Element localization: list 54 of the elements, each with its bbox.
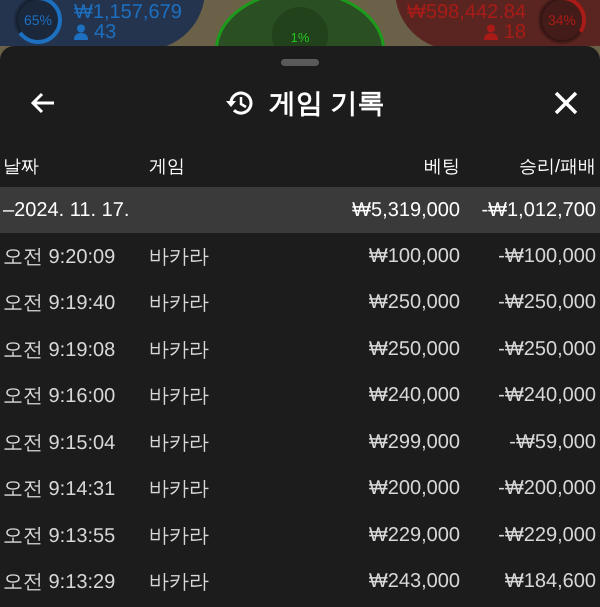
date-column-header: 날짜 — [3, 155, 40, 178]
game-cell-text: 바카라 — [149, 477, 210, 502]
result-cell-text: -₩240,000 — [497, 384, 596, 408]
game-cell-text: 바카라 — [149, 244, 210, 270]
result-cell-text: -₩59,000 — [508, 430, 596, 454]
tie-percent: 1% — [290, 30, 310, 45]
game-cell-text: 바카라 — [149, 430, 210, 456]
player-percent: 65% — [24, 12, 52, 28]
result-column-header: 승리/패배 — [518, 155, 596, 178]
game-cell-text: 바카라 — [149, 291, 210, 316]
game-cell-text: 바카라 — [149, 570, 210, 596]
game-cell-text: 바카라 — [149, 524, 210, 549]
banker-count: 18 — [504, 22, 526, 42]
time-cell-text: 오전 9:19:08 — [3, 338, 116, 363]
close-icon — [554, 91, 578, 115]
player-amount: ₩1,157,679 — [74, 2, 182, 22]
result-cell-text: ₩184,600 — [504, 570, 596, 594]
player-count: 43 — [94, 22, 116, 42]
bet-cell-text: ₩250,000 — [368, 291, 460, 314]
time-cell-text: 오전 9:19:40 — [3, 291, 116, 316]
bet-cell-text: ₩229,000 — [368, 524, 460, 547]
group-bet-total: ₩5,319,000 — [351, 198, 460, 222]
game-cell-text: 바카라 — [149, 338, 210, 363]
banker-amount: ₩598,442.84 — [407, 2, 526, 22]
date-group-row[interactable]: –2024. 11. 17. ₩5,319,000 -₩1,012,700 — [0, 187, 600, 233]
bet-cell-text: ₩299,000 — [368, 430, 460, 454]
result-cell-text: -₩250,000 — [497, 291, 596, 314]
result-cell-text: -₩200,000 — [497, 477, 596, 500]
person-icon — [74, 24, 88, 40]
bet-cell-text: ₩100,000 — [368, 244, 460, 268]
bet-cell-text: ₩240,000 — [368, 384, 460, 408]
game-column-header: 게임 — [149, 155, 186, 178]
bet-cell-text: ₩243,000 — [368, 570, 460, 594]
result-cell-text: -₩229,000 — [497, 524, 596, 547]
game-cell-text: 바카라 — [149, 384, 210, 410]
bet-cell-text: ₩250,000 — [368, 338, 460, 361]
group-result-total: -₩1,012,700 — [480, 198, 596, 222]
banker-percent: 34% — [548, 12, 576, 28]
drag-handle[interactable] — [281, 59, 319, 66]
group-date: –2024. 11. 17. — [3, 198, 130, 222]
history-icon — [225, 89, 256, 117]
time-cell-text: 오전 9:13:55 — [3, 524, 116, 549]
time-cell-text: 오전 9:13:29 — [3, 570, 116, 596]
back-arrow-icon — [30, 92, 56, 114]
result-cell-text: -₩100,000 — [497, 244, 596, 268]
time-cell-text: 오전 9:14:31 — [3, 477, 116, 502]
result-cell-text: -₩250,000 — [497, 338, 596, 361]
time-cell-text: 오전 9:15:04 — [3, 430, 116, 456]
time-cell-text: 오전 9:20:09 — [3, 244, 116, 270]
time-cell-text: 오전 9:16:00 — [3, 384, 116, 410]
bet-cell-text: ₩200,000 — [368, 477, 460, 500]
person-icon — [484, 24, 498, 40]
sheet-title: 게임 기록 — [269, 87, 385, 120]
bet-column-header: 베팅 — [423, 155, 460, 178]
